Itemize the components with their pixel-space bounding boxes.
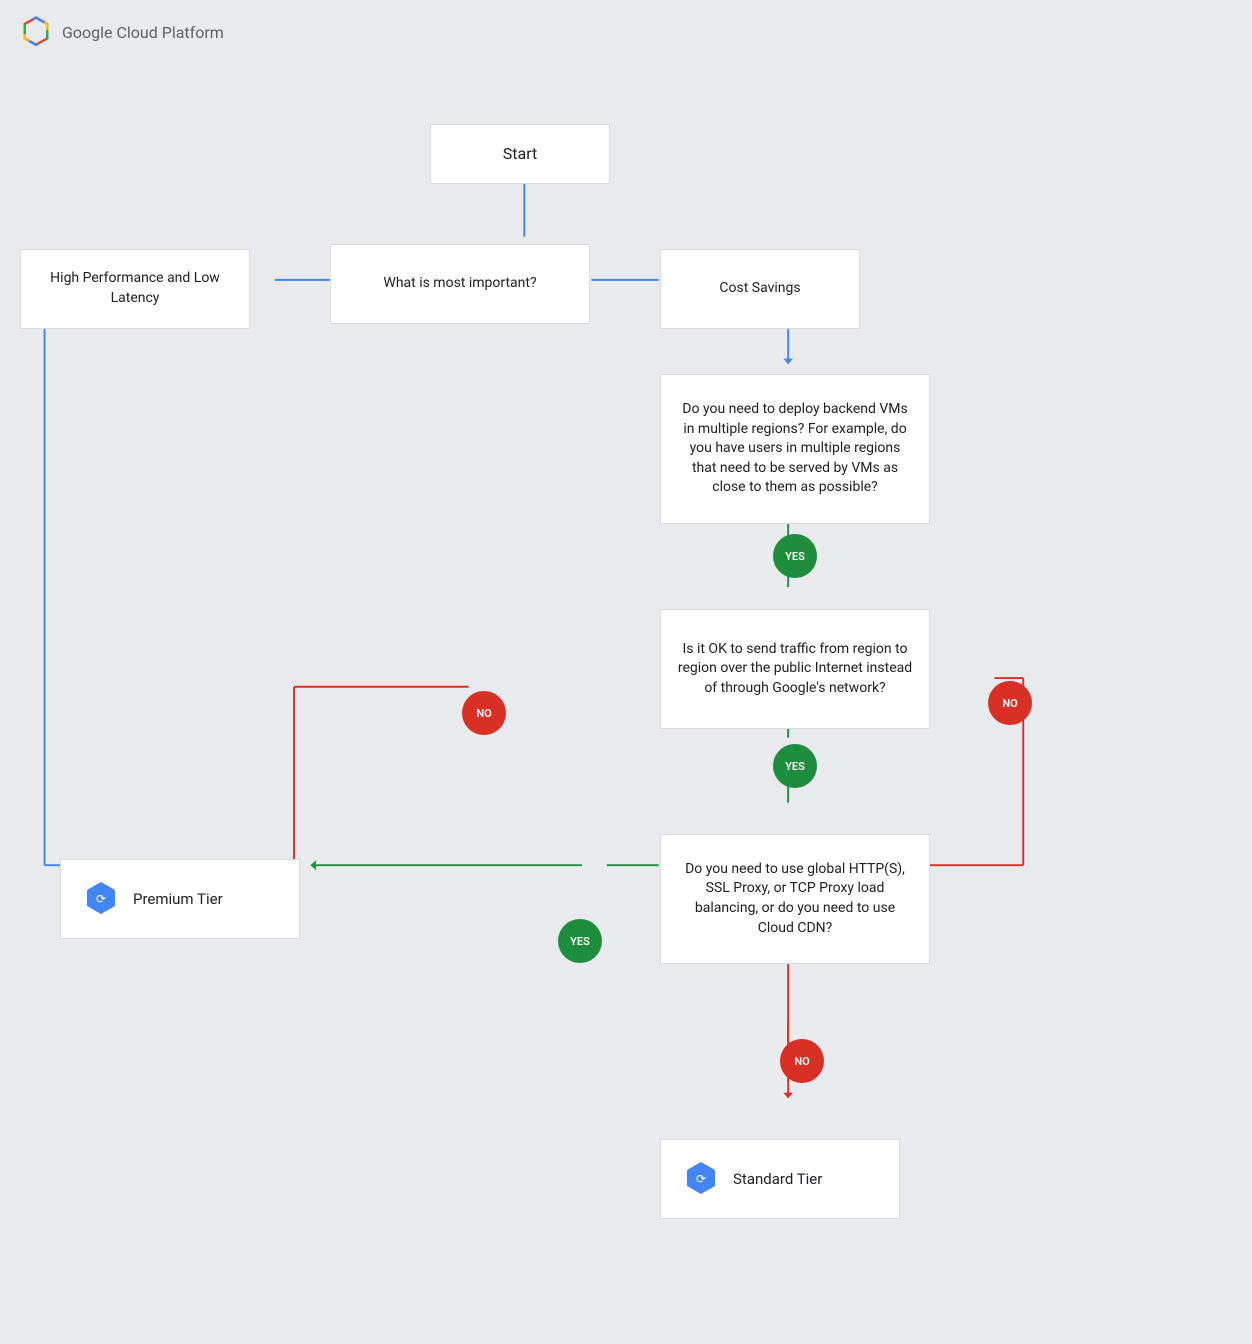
yes-badge-2: YES bbox=[773, 744, 817, 788]
gcp-logo-icon bbox=[20, 16, 52, 48]
question-main-label: What is most important? bbox=[383, 274, 536, 294]
premium-tier-label: Premium Tier bbox=[133, 889, 223, 910]
header: Google Cloud Platform bbox=[0, 0, 1252, 64]
yes-badge-1: YES bbox=[773, 534, 817, 578]
question-main-box: What is most important? bbox=[330, 244, 590, 324]
q1-box: Do you need to deploy backend VMs in mul… bbox=[660, 374, 930, 524]
no-badge-2: NO bbox=[988, 681, 1032, 725]
premium-tier-icon: ⟳ bbox=[81, 879, 121, 919]
cost-label: Cost Savings bbox=[719, 279, 800, 299]
svg-text:⟳: ⟳ bbox=[696, 1172, 706, 1186]
high-performance-box: High Performance and Low Latency bbox=[20, 249, 250, 329]
q1-label: Do you need to deploy backend VMs in mul… bbox=[677, 400, 913, 498]
q3-box: Do you need to use global HTTP(S), SSL P… bbox=[660, 834, 930, 964]
no-badge-1: NO bbox=[462, 691, 506, 735]
standard-tier-label: Standard Tier bbox=[733, 1169, 822, 1190]
gcp-logo: Google Cloud Platform bbox=[20, 16, 224, 48]
yes-badge-3: YES bbox=[558, 919, 602, 963]
start-box: Start bbox=[430, 124, 610, 184]
svg-text:⟳: ⟳ bbox=[96, 892, 106, 906]
standard-tier-box: ⟳ Standard Tier bbox=[660, 1139, 900, 1219]
no-badge-3: NO bbox=[780, 1039, 824, 1083]
premium-tier-box: ⟳ Premium Tier bbox=[60, 859, 300, 939]
flowchart: Start High Performance and Low Latency W… bbox=[0, 64, 1252, 1344]
logo-text: Google Cloud Platform bbox=[62, 23, 224, 42]
q3-label: Do you need to use global HTTP(S), SSL P… bbox=[677, 860, 913, 938]
start-label: Start bbox=[503, 143, 537, 165]
q2-box: Is it OK to send traffic from region to … bbox=[660, 609, 930, 729]
standard-tier-icon: ⟳ bbox=[681, 1159, 721, 1199]
cost-savings-box: Cost Savings bbox=[660, 249, 860, 329]
hp-label: High Performance and Low Latency bbox=[37, 269, 233, 308]
q2-label: Is it OK to send traffic from region to … bbox=[677, 640, 913, 699]
